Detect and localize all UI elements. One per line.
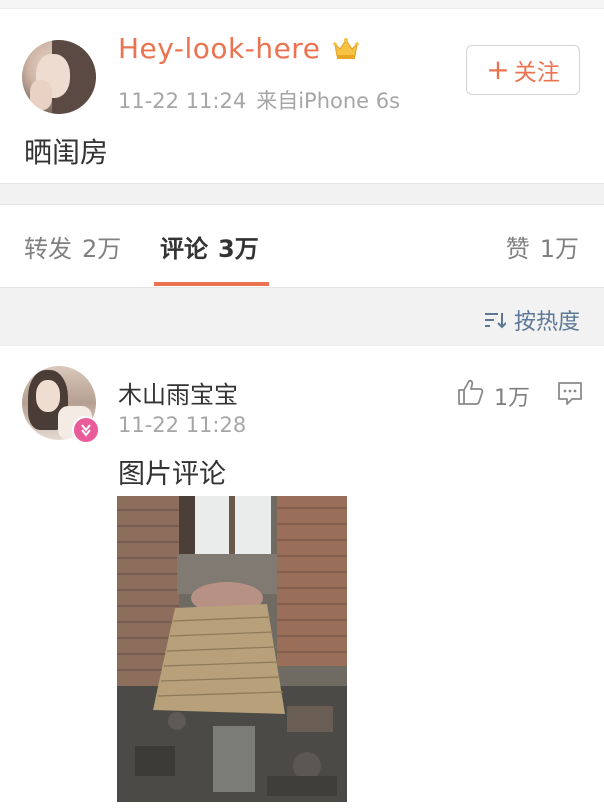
comment-photo[interactable]	[117, 496, 347, 802]
comment-time: 11-22 11:28	[118, 413, 247, 437]
sort-icon	[484, 313, 506, 329]
post-meta: 11-22 11:24 来自iPhone 6s	[118, 85, 400, 115]
sort-by-hot-button[interactable]: 按热度	[484, 304, 580, 336]
comment-like-count: 1万	[494, 386, 530, 411]
post-text: 晒闺房	[24, 136, 109, 169]
author-name[interactable]: Hey-look-here	[118, 32, 320, 65]
comment-bubble-icon[interactable]	[556, 380, 584, 406]
tab-like[interactable]: 赞 1万	[506, 229, 579, 264]
author-avatar[interactable]	[22, 40, 96, 114]
post-time: 11-22 11:24	[118, 89, 247, 113]
tab-repost[interactable]: 转发 2万	[24, 229, 121, 264]
tab-like-count: 1万	[539, 235, 579, 263]
commenter-name[interactable]: 木山雨宝宝	[118, 375, 238, 410]
thumbs-up-icon[interactable]	[456, 378, 484, 406]
crown-icon	[333, 38, 359, 59]
follow-label: 关注	[513, 60, 560, 86]
tab-comment-label: 评论	[160, 235, 208, 263]
tab-repost-label: 转发	[24, 235, 72, 263]
sort-label: 按热度	[513, 310, 580, 335]
tab-comment-count: 3万	[218, 235, 259, 263]
post-source: 来自iPhone 6s	[256, 89, 401, 113]
tab-repost-count: 2万	[82, 235, 122, 263]
plus-icon: +	[486, 53, 510, 86]
tab-like-label: 赞	[505, 235, 530, 263]
verified-badge-icon	[72, 416, 100, 444]
section-separator	[0, 183, 604, 205]
follow-button[interactable]: + 关注	[466, 45, 580, 95]
sort-bar: 按热度	[0, 287, 604, 346]
comment-text: 图片评论	[118, 459, 226, 490]
tab-comment[interactable]: 评论 3万	[160, 229, 259, 264]
active-tab-indicator	[154, 282, 269, 286]
top-divider	[0, 0, 604, 9]
